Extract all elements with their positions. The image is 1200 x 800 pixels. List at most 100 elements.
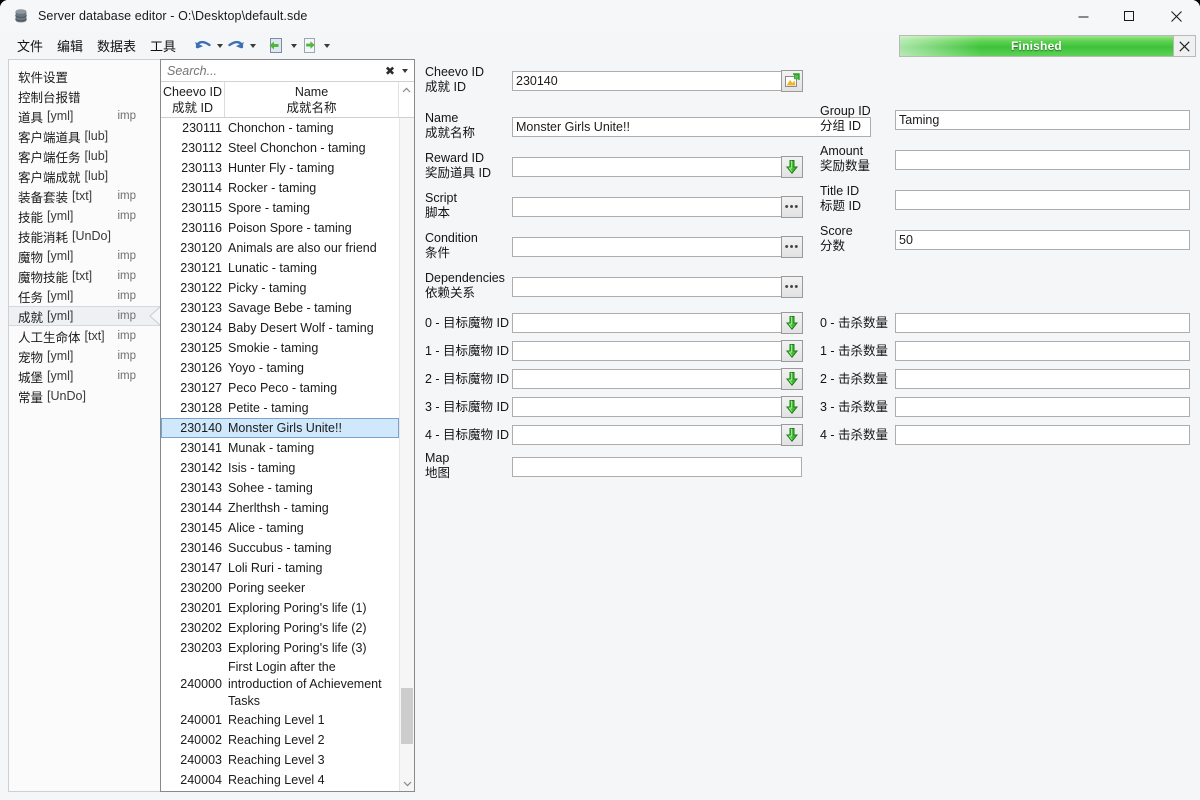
list-item[interactable]: 230144Zherlthsh - taming — [161, 498, 399, 518]
sidebar-item-quests[interactable]: 任务[yml]imp — [9, 286, 160, 306]
list-item[interactable]: 240001Reaching Level 1 — [161, 710, 399, 730]
form-input-amount[interactable] — [895, 150, 1190, 170]
list-item[interactable]: 230116Poison Spore - taming — [161, 218, 399, 238]
list-item[interactable]: 230201Exploring Poring's life (1) — [161, 598, 399, 618]
list-scrollbar-thumb[interactable] — [401, 688, 413, 744]
form-input-reward-id[interactable] — [512, 157, 802, 177]
sidebar-item-monster-skills[interactable]: 魔物技能[txt]imp — [9, 266, 160, 286]
form-button-target-monster-id-3[interactable] — [781, 396, 803, 418]
list-item[interactable]: 230146Succubus - taming — [161, 538, 399, 558]
sidebar-item-achievements[interactable]: 成就[yml]imp — [9, 306, 160, 326]
form-input-dependencies[interactable] — [512, 277, 802, 297]
list-item[interactable]: 230121Lunatic - taming — [161, 258, 399, 278]
sidebar-item-pets[interactable]: 宠物[yml]imp — [9, 346, 160, 366]
list-item[interactable]: 230202Exploring Poring's life (2) — [161, 618, 399, 638]
form-input-name[interactable]: Monster Girls Unite!! — [512, 117, 871, 137]
list-item[interactable]: 240000First Login after the introduction… — [161, 658, 399, 710]
list-item[interactable]: 230147Loli Ruri - taming — [161, 558, 399, 578]
form-input-group-id[interactable]: Taming — [895, 110, 1190, 130]
list-item[interactable]: 230200Poring seeker — [161, 578, 399, 598]
menu-edit[interactable]: 编辑 — [50, 33, 90, 58]
form-input-cheevo-id[interactable]: 230140 — [512, 71, 802, 91]
undo-icon[interactable] — [192, 35, 214, 57]
form-button-target-monster-id-2[interactable] — [781, 368, 803, 390]
form-input-target-monster-id-0[interactable] — [512, 313, 802, 333]
list-item[interactable]: 240003Reaching Level 3 — [161, 750, 399, 770]
form-input-kill-count-2[interactable] — [895, 369, 1190, 389]
form-input-kill-count-0[interactable] — [895, 313, 1190, 333]
clear-search-icon[interactable]: ✖ — [382, 64, 398, 78]
list-item[interactable]: 230125Smokie - taming — [161, 338, 399, 358]
form-input-kill-count-1[interactable] — [895, 341, 1190, 361]
list-item[interactable]: 230114Rocker - taming — [161, 178, 399, 198]
list-item[interactable]: 230141Munak - taming — [161, 438, 399, 458]
list-item[interactable]: 230111Chonchon - taming — [161, 118, 399, 138]
form-input-title-id[interactable] — [895, 190, 1190, 210]
list-item[interactable]: 230113Hunter Fly - taming — [161, 158, 399, 178]
sidebar-item-client-achievements[interactable]: 客户端成就[lub] — [9, 166, 160, 186]
export-dropdown-caret-icon[interactable] — [321, 35, 332, 57]
form-button-target-monster-id-1[interactable] — [781, 340, 803, 362]
redo-icon[interactable] — [225, 35, 247, 57]
sidebar-item-client-items[interactable]: 客户端道具[lub] — [9, 126, 160, 146]
list-item[interactable]: 230122Picky - taming — [161, 278, 399, 298]
form-input-target-monster-id-1[interactable] — [512, 341, 802, 361]
form-input-kill-count-3[interactable] — [895, 397, 1190, 417]
list-item[interactable]: 230126Yoyo - taming — [161, 358, 399, 378]
form-input-kill-count-4[interactable] — [895, 425, 1190, 445]
menu-tools[interactable]: 工具 — [143, 33, 183, 58]
sidebar-item-items[interactable]: 道具[yml]imp — [9, 106, 160, 126]
menu-file[interactable]: 文件 — [10, 33, 50, 58]
redo-dropdown-caret-icon[interactable] — [247, 35, 258, 57]
list-scroll-down-arrow-icon[interactable] — [400, 776, 414, 791]
list-item[interactable]: 240002Reaching Level 2 — [161, 730, 399, 750]
list-item[interactable]: 230115Spore - taming — [161, 198, 399, 218]
search-input[interactable] — [167, 64, 382, 78]
list-item[interactable]: 230145Alice - taming — [161, 518, 399, 538]
close-button[interactable] — [1152, 0, 1200, 32]
form-input-target-monster-id-2[interactable] — [512, 369, 802, 389]
list-item-selected[interactable]: 230140Monster Girls Unite!! — [161, 418, 399, 438]
list-vertical-scrollbar[interactable] — [399, 118, 414, 791]
form-input-map[interactable] — [512, 457, 802, 477]
undo-dropdown-caret-icon[interactable] — [214, 35, 225, 57]
form-button-script[interactable]: ••• — [781, 196, 803, 218]
list-item[interactable]: 230127Peco Peco - taming — [161, 378, 399, 398]
list-item[interactable]: 230128Petite - taming — [161, 398, 399, 418]
sidebar-item-homunculus[interactable]: 人工生命体[txt]imp — [9, 326, 160, 346]
sidebar-item-skills[interactable]: 技能[yml]imp — [9, 206, 160, 226]
menu-datatable[interactable]: 数据表 — [90, 33, 143, 58]
import-dropdown-caret-icon[interactable] — [288, 35, 299, 57]
progress-close-button[interactable] — [1174, 35, 1196, 57]
form-button-cheevo-id[interactable] — [781, 70, 803, 92]
list-item[interactable]: 230142Isis - taming — [161, 458, 399, 478]
form-input-score[interactable]: 50 — [895, 230, 1190, 250]
sidebar-item-equip-sets[interactable]: 装备套装[txt]imp — [9, 186, 160, 206]
list-item[interactable]: 230203Exploring Poring's life (3) — [161, 638, 399, 658]
list-item[interactable]: 230120Animals are also our friend — [161, 238, 399, 258]
sidebar-item-constants[interactable]: 常量[UnDo] — [9, 386, 160, 406]
search-options-caret-icon[interactable] — [398, 69, 412, 73]
form-input-condition[interactable] — [512, 237, 802, 257]
list-item[interactable]: 230112Steel Chonchon - taming — [161, 138, 399, 158]
form-button-target-monster-id-4[interactable] — [781, 424, 803, 446]
sidebar-item-skill-cost[interactable]: 技能消耗[UnDo] — [9, 226, 160, 246]
sidebar-item-software-settings[interactable]: 软件设置 — [9, 66, 160, 86]
list-item[interactable]: 240004Reaching Level 4 — [161, 770, 399, 790]
form-input-script[interactable] — [512, 197, 802, 217]
list-item[interactable]: 230143Sohee - taming — [161, 478, 399, 498]
import-icon[interactable] — [266, 35, 288, 57]
column-header-cheevo-id[interactable]: Cheevo ID 成就 ID — [161, 82, 225, 117]
list-item[interactable]: 230123Savage Bebe - taming — [161, 298, 399, 318]
sidebar-item-client-quests[interactable]: 客户端任务[lub] — [9, 146, 160, 166]
export-icon[interactable] — [299, 35, 321, 57]
minimize-button[interactable] — [1060, 0, 1106, 32]
column-header-name[interactable]: Name 成就名称 — [225, 82, 398, 117]
form-button-condition[interactable]: ••• — [781, 236, 803, 258]
sidebar-item-castles[interactable]: 城堡[yml]imp — [9, 366, 160, 386]
list-item[interactable]: 230124Baby Desert Wolf - taming — [161, 318, 399, 338]
form-input-target-monster-id-3[interactable] — [512, 397, 802, 417]
maximize-button[interactable] — [1106, 0, 1152, 32]
list-scroll-up-header-icon[interactable] — [398, 82, 414, 117]
form-input-target-monster-id-4[interactable] — [512, 425, 802, 445]
